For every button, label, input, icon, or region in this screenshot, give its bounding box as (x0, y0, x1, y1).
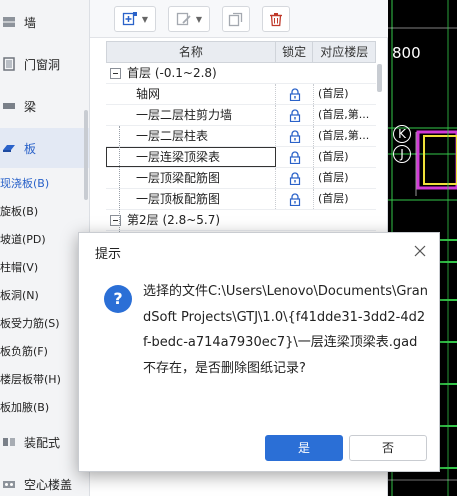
edit-layer-icon (176, 12, 191, 26)
delete-icon (270, 13, 282, 27)
hollow-floor-icon (3, 481, 15, 488)
layer-name: 一层二层柱剪力墙 (106, 105, 276, 125)
column-header-floor[interactable]: 对应楼层 (313, 42, 375, 62)
sidebar-item-hollow-floor[interactable]: 空心楼盖 (0, 464, 89, 496)
layer-name: 一层顶梁配筋图 (106, 168, 276, 188)
table-row[interactable]: 一层二层柱表 (首层,第... (106, 126, 376, 147)
tree-group-first-floor[interactable]: 首层 (-0.1~2.8) (106, 63, 376, 84)
sidebar-subitem-slab-rebar[interactable]: 板受力筋(S) (0, 311, 89, 337)
edit-layer-button[interactable]: ▼ (168, 6, 210, 32)
chevron-down-icon: ▼ (195, 14, 203, 24)
table-row[interactable]: 一层二层柱剪力墙 (首层,第... (106, 105, 376, 126)
layer-toolbar: ▼ ▼ (90, 0, 388, 38)
layer-floor: (首层) (318, 150, 349, 163)
cad-dimension-label: 800 (392, 44, 421, 62)
collapse-icon[interactable] (110, 67, 121, 79)
close-icon (414, 245, 426, 257)
layer-floor: (首层) (318, 87, 349, 100)
sidebar-scrollbar[interactable] (84, 110, 88, 200)
sidebar-item-wall[interactable]: 墙 (0, 2, 89, 42)
column-header-name[interactable]: 名称 (107, 42, 276, 62)
no-button[interactable]: 否 (349, 435, 427, 461)
layer-floor: (首层) (318, 171, 349, 184)
sidebar-item-beam[interactable]: 梁 (0, 86, 89, 126)
layer-floor: (首层,第... (318, 129, 370, 142)
table-row[interactable]: 轴网 (首层) (106, 84, 376, 105)
dialog-message: 选择的文件C:\Users\Lenovo\Documents\GrandSoft… (143, 284, 428, 376)
sidebar-item-label: 空心楼盖 (24, 477, 73, 492)
sidebar-subitem-cast-slab[interactable]: 现浇板(B) (0, 171, 89, 197)
table-row[interactable]: 一层顶板配筋图 (首层) (106, 189, 376, 210)
group-label: 首层 (-0.1~2.8) (127, 66, 217, 80)
confirm-dialog: 提示 ? 选择的文件C:\Users\Lenovo\Documents\Gran… (78, 232, 440, 472)
chevron-down-icon: ▼ (141, 14, 149, 24)
layer-name: 一层二层柱表 (106, 126, 276, 146)
copy-layer-button[interactable] (222, 6, 250, 32)
component-sidebar: 墙 门窗洞 梁 板 现浇板(B) 旋板(B) 坡道(PD) 柱帽(V) 板洞(N… (0, 0, 90, 496)
sidebar-item-door-window[interactable]: 门窗洞 (0, 44, 89, 84)
column-header-lock[interactable]: 锁定 (276, 42, 314, 62)
axis-label-k: K (393, 125, 411, 143)
layer-name: 一层顶板配筋图 (106, 189, 276, 209)
copy-layer-icon (228, 12, 243, 27)
delete-layer-button[interactable] (262, 6, 290, 32)
sidebar-subitem-negative-rebar[interactable]: 板负筋(F) (0, 339, 89, 365)
sidebar-subitem-slab-haunch[interactable]: 板加腋(B) (0, 395, 89, 421)
tree-group-second-floor[interactable]: 第2层 (2.8~5.7) (106, 210, 376, 231)
sidebar-subitem-slab-strip[interactable]: 楼层板带(H) (0, 367, 89, 393)
dialog-close-button[interactable] (411, 242, 429, 260)
group-label: 第2层 (2.8~5.7) (127, 213, 221, 227)
table-header: 名称 锁定 对应楼层 (106, 41, 376, 63)
sidebar-item-label: 梁 (24, 99, 37, 114)
table-scrollbar[interactable] (377, 64, 382, 92)
lock-icon[interactable] (276, 105, 314, 125)
lock-icon[interactable] (276, 126, 314, 146)
layer-name: 轴网 (106, 84, 276, 104)
door-window-icon (3, 57, 15, 71)
sidebar-item-slab[interactable]: 板 (0, 128, 89, 168)
layer-table: 名称 锁定 对应楼层 首层 (-0.1~2.8) 轴网 (首层) 一层二层柱剪力… (106, 41, 376, 254)
dialog-title: 提示 (95, 247, 122, 262)
lock-icon[interactable] (276, 84, 314, 104)
table-row[interactable]: 一层顶梁配筋图 (首层) (106, 168, 376, 189)
wall-icon (3, 17, 15, 27)
lock-icon[interactable] (276, 147, 314, 167)
sidebar-subitem-ramp[interactable]: 坡道(PD) (0, 227, 89, 253)
sidebar-item-label: 门窗洞 (24, 57, 61, 72)
sidebar-item-label: 装配式 (24, 435, 61, 450)
layer-name: 一层连梁顶梁表 (106, 147, 276, 167)
layer-floor: (首层,第... (318, 108, 370, 121)
add-layer-button[interactable]: ▼ (114, 6, 156, 32)
prefab-icon (3, 438, 15, 446)
slab-icon (3, 145, 15, 152)
sidebar-item-label: 墙 (24, 15, 37, 30)
table-row-selected[interactable]: 一层连梁顶梁表 (首层) (106, 147, 376, 168)
add-layer-icon (122, 12, 137, 26)
beam-icon (3, 103, 15, 109)
sidebar-subitem-slab-hole[interactable]: 板洞(N) (0, 283, 89, 309)
sidebar-subitem-spiral-slab[interactable]: 旋板(B) (0, 199, 89, 225)
layer-floor: (首层) (318, 192, 349, 205)
axis-label-j: J (393, 145, 411, 163)
yes-button[interactable]: 是 (265, 435, 343, 461)
sidebar-subitem-column-cap[interactable]: 柱帽(V) (0, 255, 89, 281)
sidebar-item-label: 板 (24, 141, 37, 156)
lock-icon[interactable] (276, 168, 314, 188)
question-icon: ? (104, 285, 132, 313)
lock-icon[interactable] (276, 189, 314, 209)
sidebar-item-prefab[interactable]: 装配式 (0, 422, 89, 462)
